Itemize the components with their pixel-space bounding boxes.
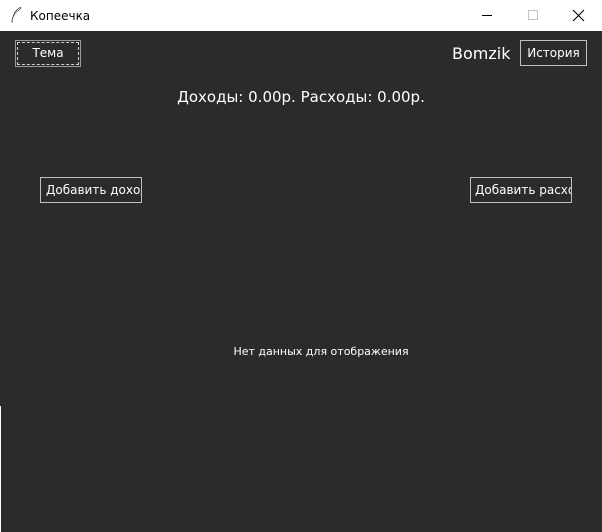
main-panel: Тема Bomzik История Доходы: 0.00р. Расхо… [0,31,602,532]
close-icon [572,9,585,22]
window-edge [0,406,1,532]
minimize-icon [482,15,492,16]
maximize-button[interactable] [510,0,556,31]
close-button[interactable] [556,0,602,31]
app-window: Копеечка Тема Bomzik История Доходы: 0.0… [0,0,602,532]
add-expense-button[interactable]: Добавить расход [470,177,572,203]
title-bar[interactable]: Копеечка [0,0,602,32]
window-title: Копеечка [30,9,91,23]
empty-chart-message: Нет данных для отображения [233,345,409,358]
minimize-button[interactable] [464,0,510,31]
income-expense-summary: Доходы: 0.00р. Расходы: 0.00р. [177,88,425,106]
maximize-icon [528,10,538,20]
history-button[interactable]: История [520,40,587,66]
username-label: Bomzik [452,44,511,63]
add-income-button[interactable]: Добавить доход [40,177,142,203]
feather-icon [9,6,23,24]
theme-button[interactable]: Тема [15,40,81,67]
